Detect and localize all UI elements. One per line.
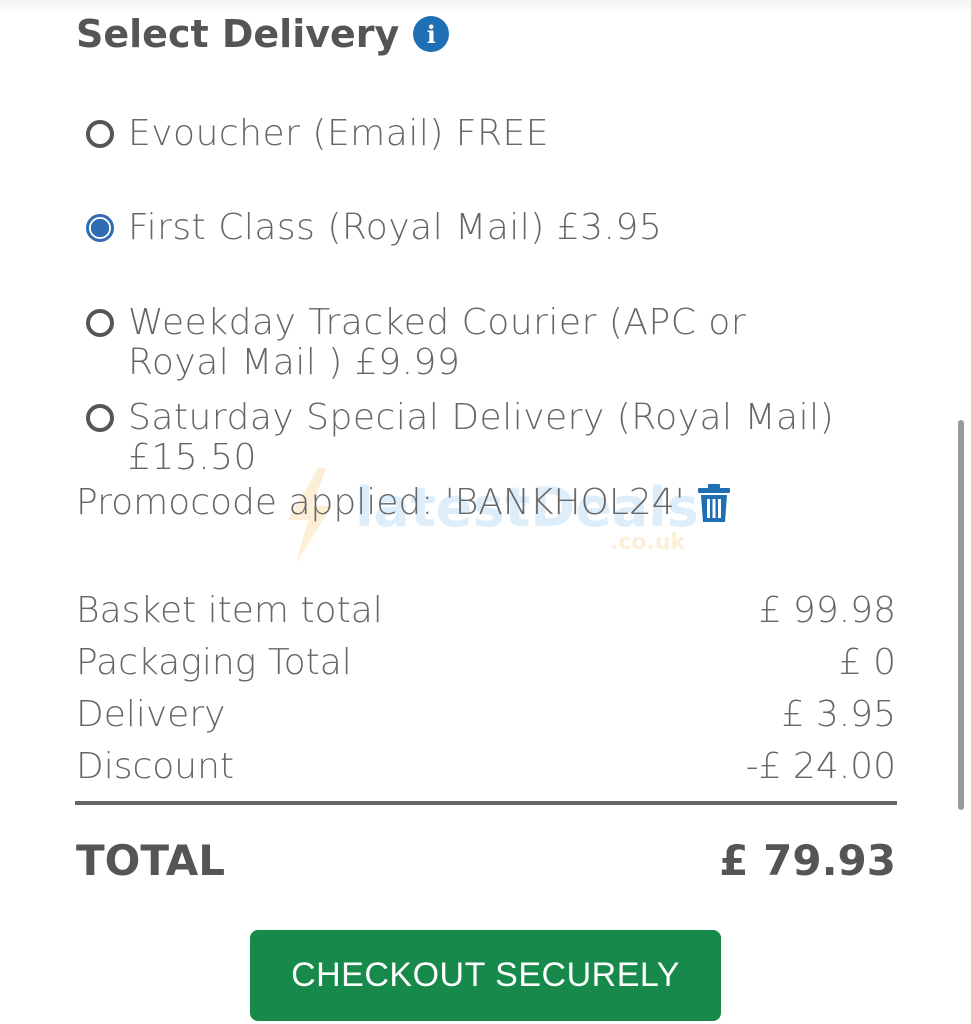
delivery-option-saturday-special[interactable]: Saturday Special Delivery (Royal Mail) £… — [86, 398, 846, 478]
total-label: TOTAL — [76, 836, 226, 885]
summary-row-packaging: Packaging Total £ 0 — [76, 636, 896, 688]
total-value: £ 79.93 — [719, 836, 896, 885]
checkout-securely-button[interactable]: CHECKOUT SECURELY — [250, 930, 721, 1021]
summary-row-discount: Discount -£ 24.00 — [76, 740, 896, 792]
trash-icon[interactable] — [697, 483, 731, 523]
checkout-delivery-panel: Select Delivery i Evoucher (Email) FREE … — [0, 0, 971, 1024]
delivery-option-label: Weekday Tracked Courier (APC or Royal Ma… — [128, 302, 747, 383]
summary-label: Discount — [76, 745, 235, 787]
delivery-option-label: Evoucher (Email) FREE — [128, 113, 550, 154]
delivery-option-label: First Class (Royal Mail) £3.95 — [128, 207, 663, 248]
radio-first-class[interactable] — [86, 214, 114, 242]
summary-value: -£ 24.00 — [745, 745, 896, 787]
scrollbar[interactable] — [958, 420, 964, 810]
summary-row-delivery: Delivery £ 3.95 — [76, 688, 896, 740]
watermark-subtext: .co.uk — [610, 530, 686, 555]
radio-weekday-tracked[interactable] — [86, 309, 114, 337]
delivery-option-label: Saturday Special Delivery (Royal Mail) £… — [128, 397, 835, 478]
promo-applied: Promocode applied: 'BANKHOL24' — [76, 482, 731, 523]
info-icon[interactable]: i — [413, 16, 450, 52]
radio-evoucher[interactable] — [86, 120, 114, 148]
delivery-option-weekday-tracked[interactable]: Weekday Tracked Courier (APC or Royal Ma… — [86, 303, 846, 383]
radio-saturday-special[interactable] — [86, 404, 114, 432]
summary-label: Packaging Total — [76, 641, 352, 683]
delivery-heading: Select Delivery i — [76, 12, 450, 56]
summary-value: £ 99.98 — [758, 589, 896, 631]
summary-divider — [75, 801, 897, 805]
summary-value: £ 0 — [838, 641, 896, 683]
summary-row-basket: Basket item total £ 99.98 — [76, 584, 896, 636]
delivery-option-evoucher[interactable]: Evoucher (Email) FREE — [86, 114, 549, 154]
promo-text: Promocode applied: 'BANKHOL24' — [76, 482, 685, 523]
delivery-heading-text: Select Delivery — [76, 12, 400, 56]
delivery-option-first-class[interactable]: First Class (Royal Mail) £3.95 — [86, 208, 662, 248]
summary-label: Basket item total — [76, 589, 383, 631]
total-row: TOTAL £ 79.93 — [76, 836, 896, 885]
order-summary: Basket item total £ 99.98 Packaging Tota… — [76, 584, 896, 792]
summary-value: £ 3.95 — [781, 693, 896, 735]
summary-label: Delivery — [76, 693, 226, 735]
